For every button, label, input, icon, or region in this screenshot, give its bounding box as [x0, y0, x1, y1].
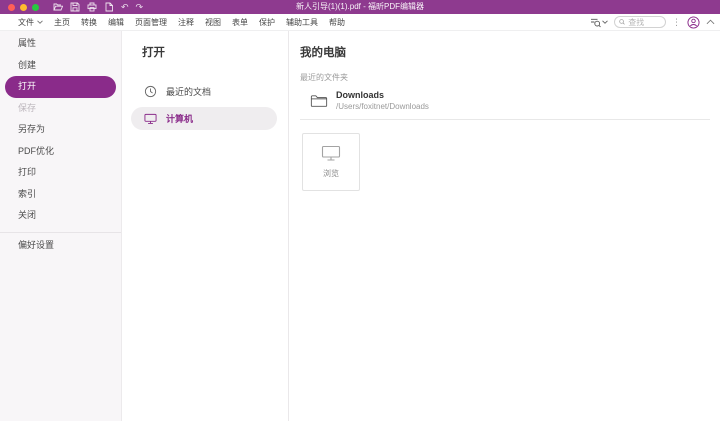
menu-form[interactable]: 表单 — [232, 17, 248, 28]
open-item-computer[interactable]: 计算机 — [131, 107, 277, 130]
chevron-down-icon — [602, 20, 608, 24]
sidebar-item-index[interactable]: 索引 — [0, 184, 121, 206]
monitor-icon — [321, 145, 341, 162]
browse-button[interactable]: 浏览 — [302, 133, 360, 191]
undo-icon[interactable]: ↶ — [121, 3, 129, 12]
recent-folder-path: /Users/foxitnet/Downloads — [336, 101, 429, 112]
search-icon — [619, 18, 625, 26]
recent-folders-label: 最近的文件夹 — [300, 72, 710, 83]
open-item-recent-documents[interactable]: 最近的文档 — [131, 80, 277, 103]
menu-protect[interactable]: 保护 — [259, 17, 275, 28]
close-window-button[interactable] — [8, 4, 15, 11]
sidebar-item-pdf-optimize[interactable]: PDF优化 — [0, 141, 121, 163]
menu-home[interactable]: 主页 — [54, 17, 70, 28]
search-input[interactable] — [628, 18, 661, 27]
menu-comment[interactable]: 注释 — [178, 17, 194, 28]
minimize-window-button[interactable] — [20, 4, 27, 11]
folder-icon — [310, 93, 328, 108]
sidebar: 属性 创建 打开 保存 另存为 PDF优化 打印 索引 关闭 偏好设置 — [0, 31, 122, 421]
titlebar: ↶ ↷ 新人引导(1)(1).pdf - 福昕PDF编辑器 — [0, 0, 720, 14]
foxit-pdf-editor-window: ↶ ↷ 新人引导(1)(1).pdf - 福昕PDF编辑器 文件 主页 转换 编… — [0, 0, 720, 421]
open-panel-title: 打开 — [142, 44, 288, 60]
save-icon[interactable] — [70, 2, 80, 12]
open-item-label: 计算机 — [166, 112, 193, 125]
menu-convert[interactable]: 转换 — [81, 17, 97, 28]
sidebar-item-print[interactable]: 打印 — [0, 162, 121, 184]
menu-edit[interactable]: 编辑 — [108, 17, 124, 28]
recent-folder-downloads[interactable]: Downloads /Users/foxitnet/Downloads — [300, 83, 710, 120]
sidebar-item-open[interactable]: 打开 — [5, 76, 116, 98]
sidebar-item-create[interactable]: 创建 — [0, 55, 121, 77]
open-item-label: 最近的文档 — [166, 85, 211, 98]
menu-items: 文件 主页 转换 编辑 页面管理 注释 视图 表单 保护 辅助工具 帮助 — [18, 17, 345, 28]
sidebar-divider — [0, 232, 121, 233]
open-folder-icon[interactable] — [53, 2, 63, 12]
traffic-lights — [0, 4, 39, 11]
sidebar-item-save-as[interactable]: 另存为 — [0, 119, 121, 141]
print-icon[interactable] — [87, 2, 97, 12]
new-document-icon[interactable] — [104, 2, 114, 12]
sidebar-item-close[interactable]: 关闭 — [0, 205, 121, 227]
search-box[interactable] — [614, 16, 666, 28]
titlebar-quick-tools: ↶ ↷ — [53, 2, 143, 12]
sidebar-item-preferences[interactable]: 偏好设置 — [0, 235, 121, 257]
zoom-window-button[interactable] — [32, 4, 39, 11]
more-options-icon[interactable]: ⋮ — [672, 18, 681, 27]
menu-organize[interactable]: 页面管理 — [135, 17, 167, 28]
find-replace-icon — [590, 17, 601, 28]
redo-icon[interactable]: ↷ — [136, 3, 144, 12]
backstage-view: 属性 创建 打开 保存 另存为 PDF优化 打印 索引 关闭 偏好设置 打开 — [0, 31, 720, 421]
menubar-right-tools: ⋮ — [590, 16, 715, 29]
my-computer-title: 我的电脑 — [300, 44, 710, 60]
menu-file[interactable]: 文件 — [18, 17, 43, 28]
collapse-toolbar-icon[interactable] — [706, 19, 715, 25]
clock-icon — [144, 85, 157, 98]
menubar: 文件 主页 转换 编辑 页面管理 注释 视图 表单 保护 辅助工具 帮助 — [0, 14, 720, 31]
my-computer-panel: 我的电脑 最近的文件夹 Downloads /Users/foxitnet/Do… — [289, 31, 720, 421]
computer-icon — [144, 113, 157, 125]
menu-file-label: 文件 — [18, 17, 34, 28]
browse-label: 浏览 — [323, 168, 339, 179]
recent-folder-texts: Downloads /Users/foxitnet/Downloads — [336, 89, 429, 112]
sidebar-item-save: 保存 — [0, 98, 121, 120]
chevron-down-icon — [37, 20, 43, 24]
sidebar-item-properties[interactable]: 属性 — [0, 33, 121, 55]
account-icon[interactable] — [687, 16, 700, 29]
menu-help[interactable]: 帮助 — [329, 17, 345, 28]
menu-accessibility[interactable]: 辅助工具 — [286, 17, 318, 28]
find-replace-tool[interactable] — [590, 17, 608, 28]
open-panel: 打开 最近的文档 计算机 — [122, 31, 289, 421]
open-panel-rows: 最近的文档 计算机 — [122, 80, 288, 130]
menu-view[interactable]: 视图 — [205, 17, 221, 28]
recent-folder-name: Downloads — [336, 89, 429, 101]
